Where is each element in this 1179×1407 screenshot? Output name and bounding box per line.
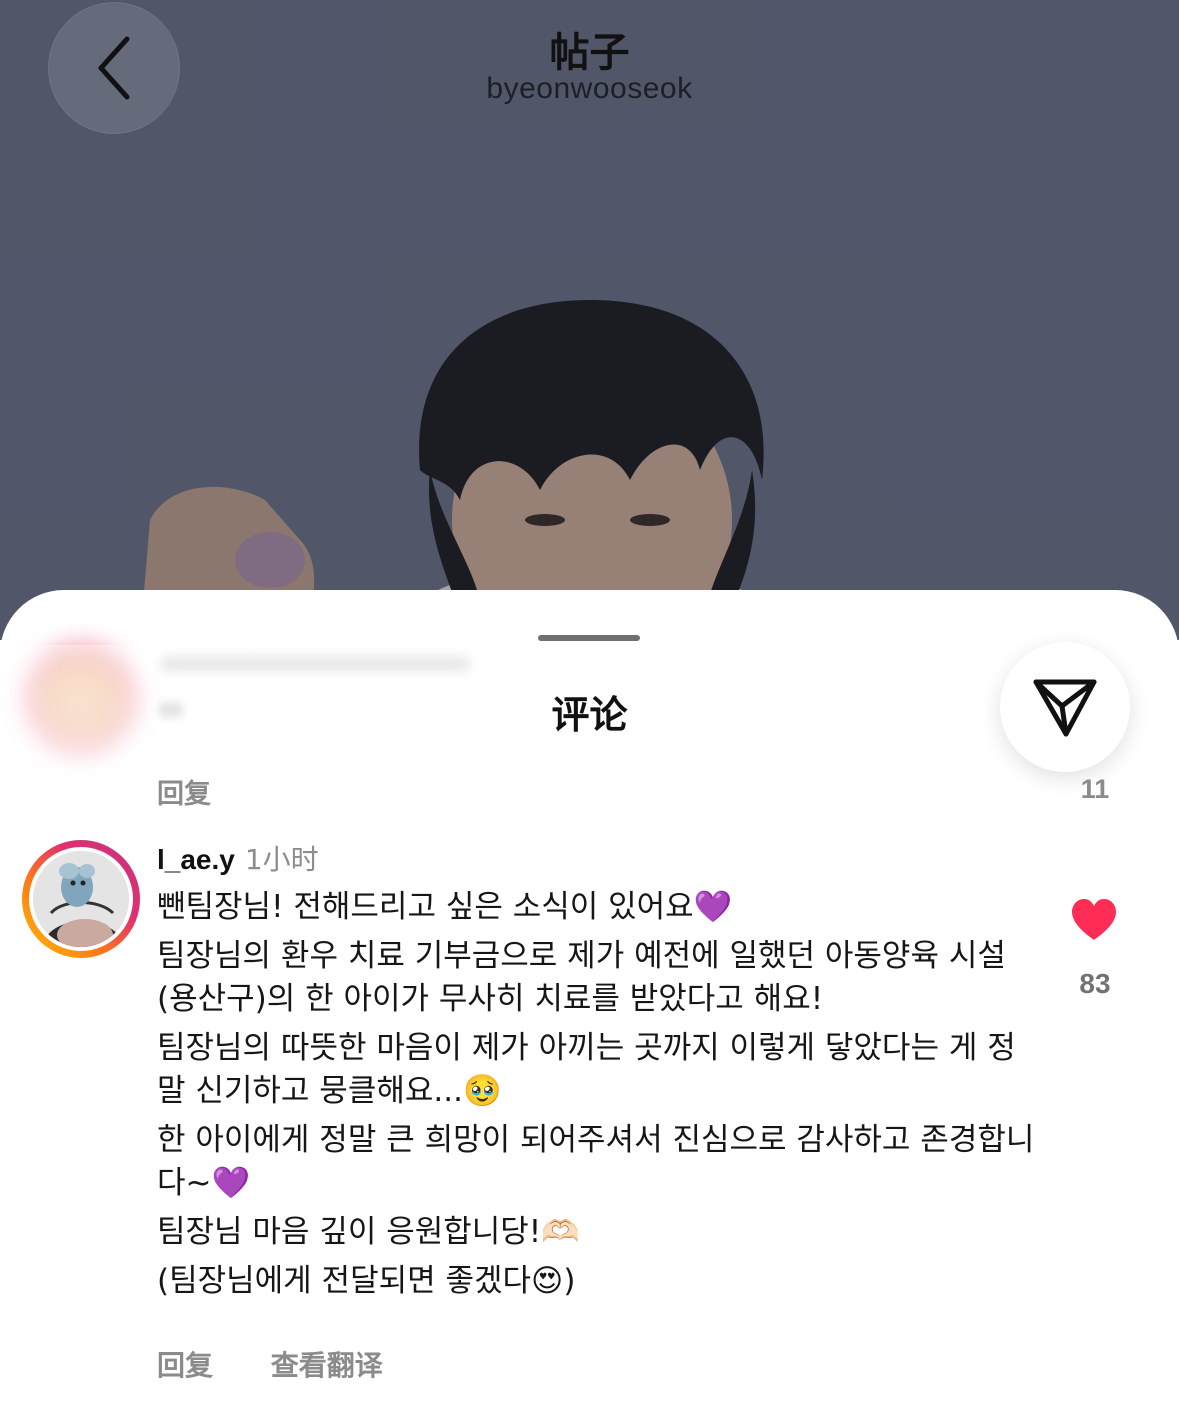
comments-sheet: 评论 回复 11 l_ae.y 1小时 뺀팀장님! 전해드리고 싶은 소식이 있… bbox=[0, 590, 1179, 1407]
comment-header: l_ae.y 1小时 bbox=[157, 843, 319, 877]
comment-line: 한 아이에게 정말 큰 희망이 되어주셔서 진심으로 감사하고 존경합니다~💜 bbox=[157, 1122, 1035, 1201]
comment-actions: 回复 查看翻译 bbox=[157, 1344, 383, 1384]
send-icon bbox=[1033, 679, 1097, 737]
comment-line: 팀장님 마음 깊이 응원합니당!🫶🏻 bbox=[157, 1214, 580, 1250]
comment-text: 뺀팀장님! 전해드리고 싶은 소식이 있어요💜 팀장님의 환우 치료 기부금으로… bbox=[157, 886, 1037, 1309]
comment-timestamp: 1小时 bbox=[244, 843, 319, 876]
avatar[interactable] bbox=[22, 840, 140, 958]
page-title: 帖子 bbox=[549, 30, 630, 76]
previous-comment-like-count: 11 bbox=[1080, 774, 1110, 804]
avatar-image bbox=[33, 851, 129, 947]
previous-comment-reply-button[interactable]: 回复 bbox=[157, 772, 211, 811]
comment-line: 뺀팀장님! 전해드리고 싶은 소식이 있어요💜 bbox=[157, 889, 733, 925]
see-translation-button[interactable]: 查看翻译 bbox=[271, 1344, 383, 1384]
sheet-drag-handle[interactable] bbox=[538, 635, 640, 641]
comment-username[interactable]: l_ae.y bbox=[157, 844, 235, 875]
comment-like-count: 83 bbox=[1079, 968, 1111, 999]
comment-line: 팀장님의 따뜻한 마음이 제가 아끼는 곳까지 이렇게 닿았다는 게 정말 신기… bbox=[157, 1030, 1016, 1109]
comment-line: (팀장님에게 전달되면 좋겠다😍) bbox=[157, 1263, 576, 1299]
share-button[interactable] bbox=[1000, 642, 1130, 772]
comment-line: 팀장님의 환우 치료 기부금으로 제가 예전에 일했던 아동양육 시설(용산구)… bbox=[157, 938, 1006, 1017]
heart-icon bbox=[1072, 899, 1116, 940]
reply-button[interactable]: 回复 bbox=[157, 1344, 213, 1384]
like-button[interactable] bbox=[1070, 898, 1118, 942]
post-author-username[interactable]: byeonwooseok bbox=[0, 72, 1179, 106]
